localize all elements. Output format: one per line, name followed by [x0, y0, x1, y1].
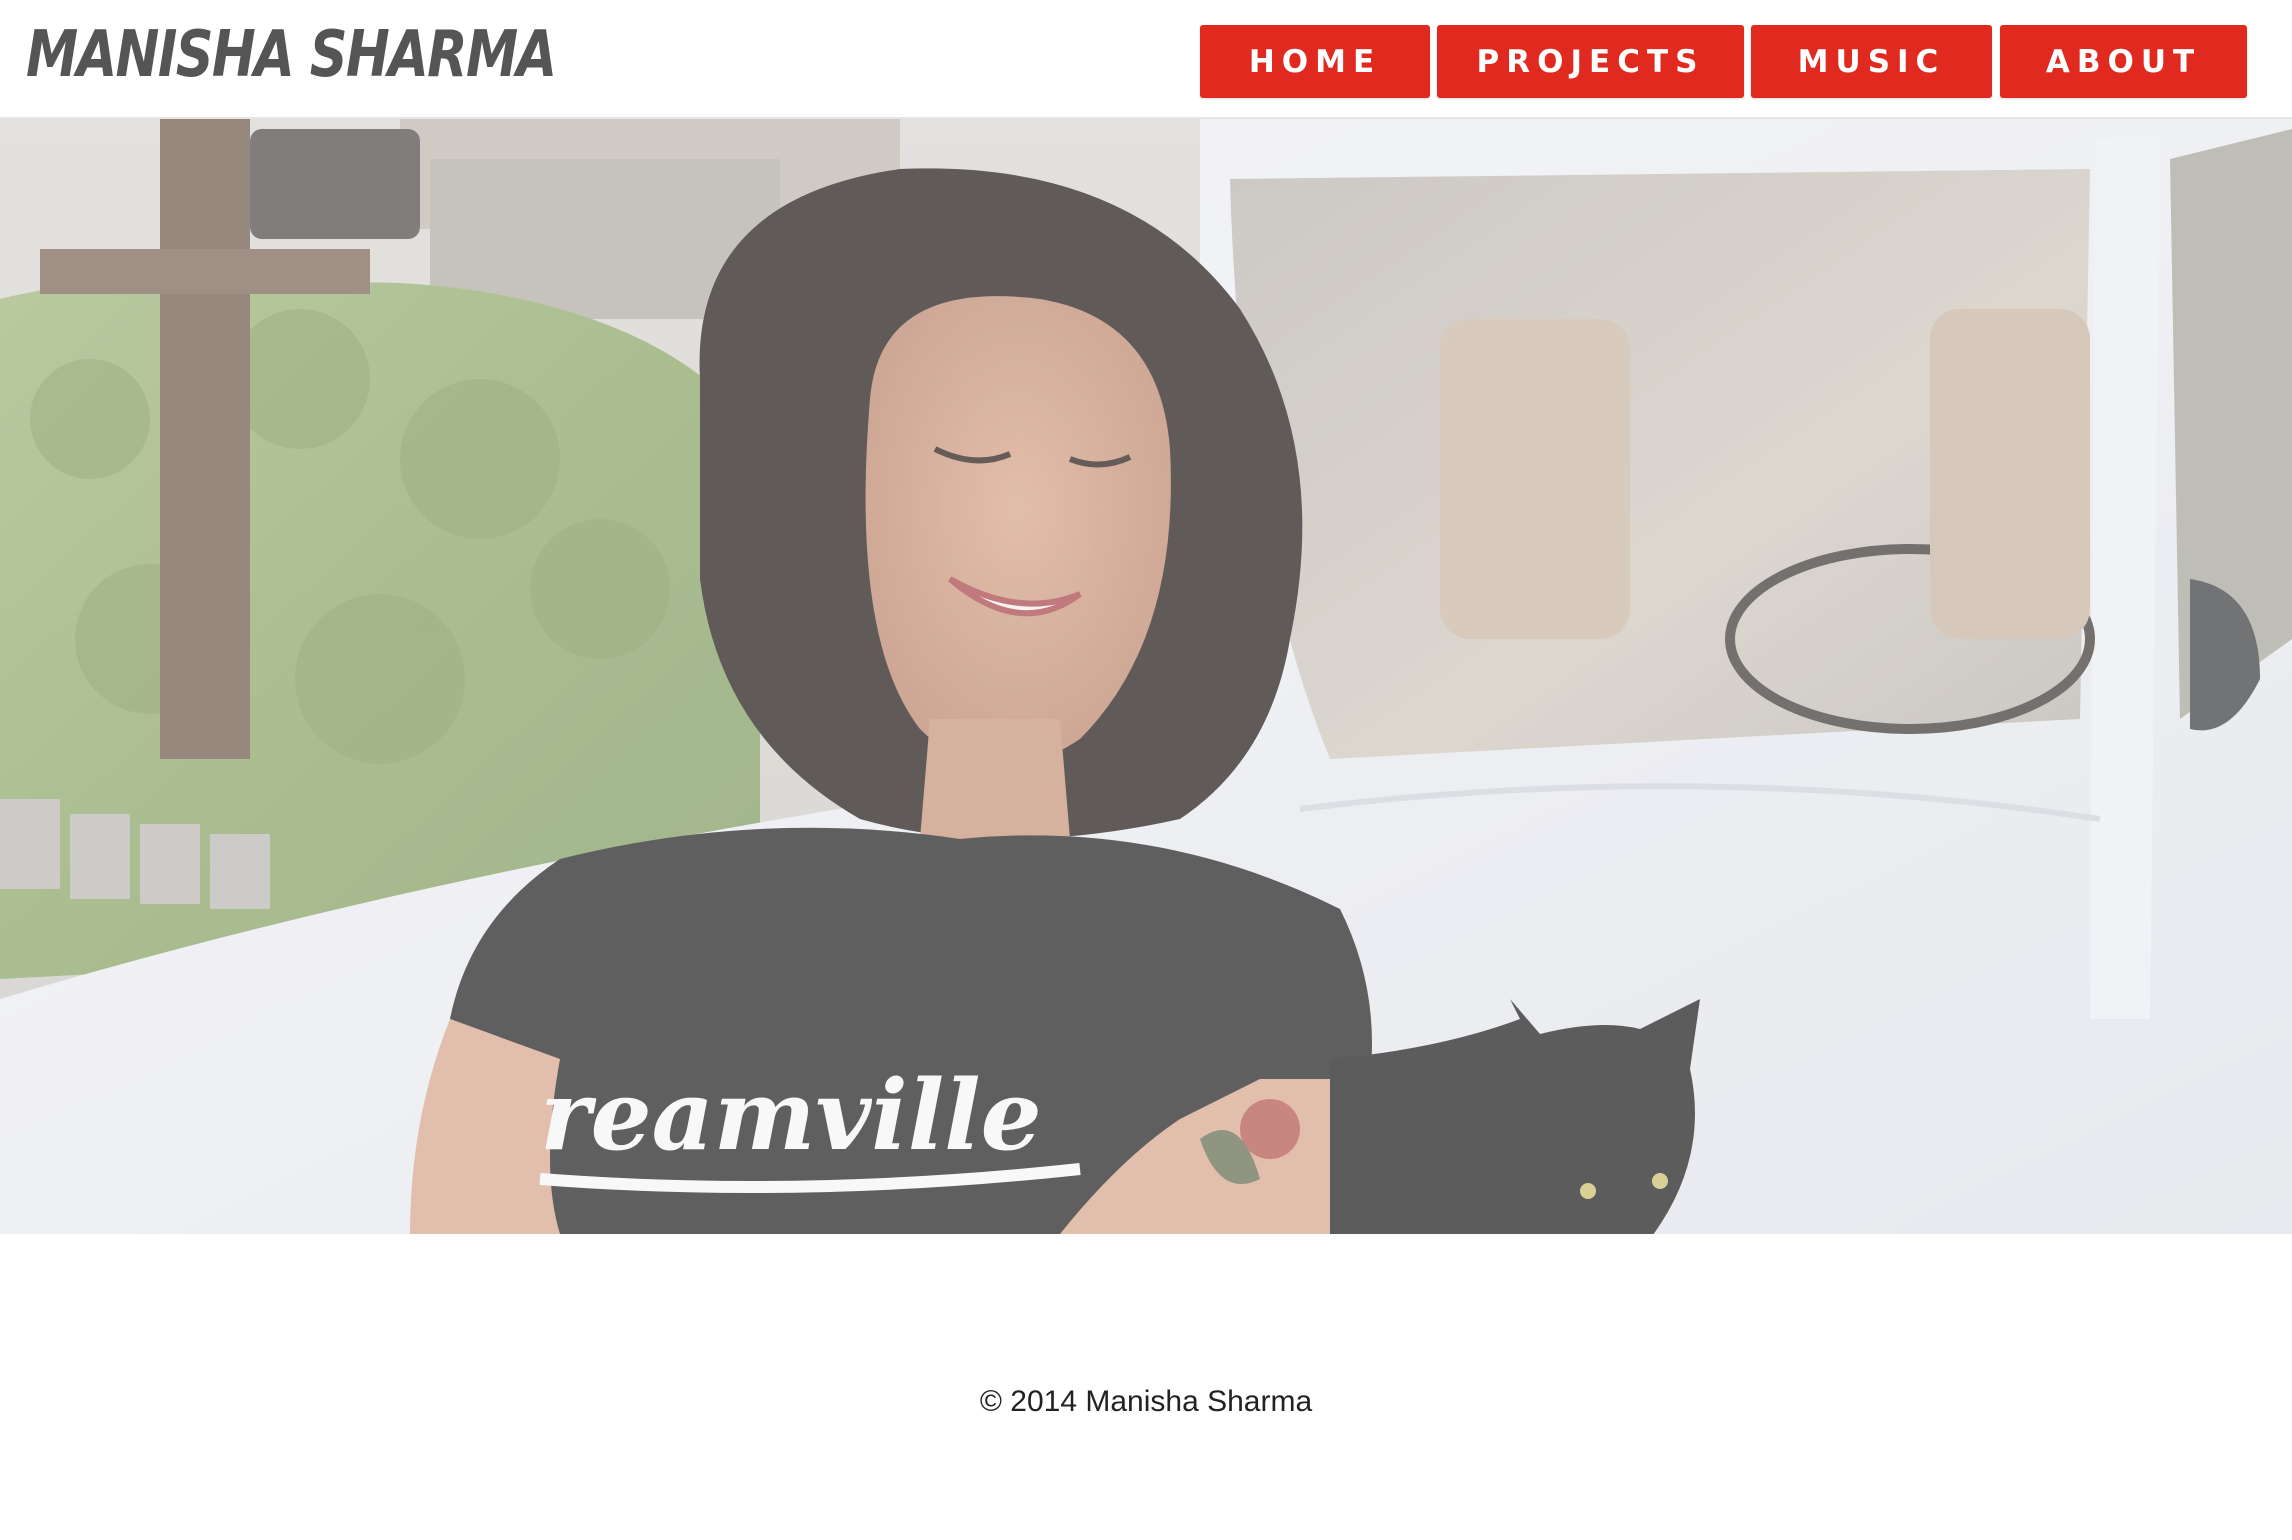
site-logo[interactable]: MANISHA SHARMA — [26, 12, 557, 98]
page: MANISHA SHARMA HOME PROJECTS MUSIC ABOUT — [0, 0, 2292, 1540]
hero-photo: reamville — [0, 119, 2292, 1234]
site-header: MANISHA SHARMA HOME PROJECTS MUSIC ABOUT — [0, 0, 2292, 119]
nav-about-button[interactable]: ABOUT — [2000, 25, 2247, 98]
nav-projects-button[interactable]: PROJECTS — [1437, 25, 1744, 98]
nav-home-button[interactable]: HOME — [1200, 25, 1430, 98]
nav-music-button[interactable]: MUSIC — [1751, 25, 1992, 98]
footer-copyright: © 2014 Manisha Sharma — [979, 1385, 1313, 1418]
